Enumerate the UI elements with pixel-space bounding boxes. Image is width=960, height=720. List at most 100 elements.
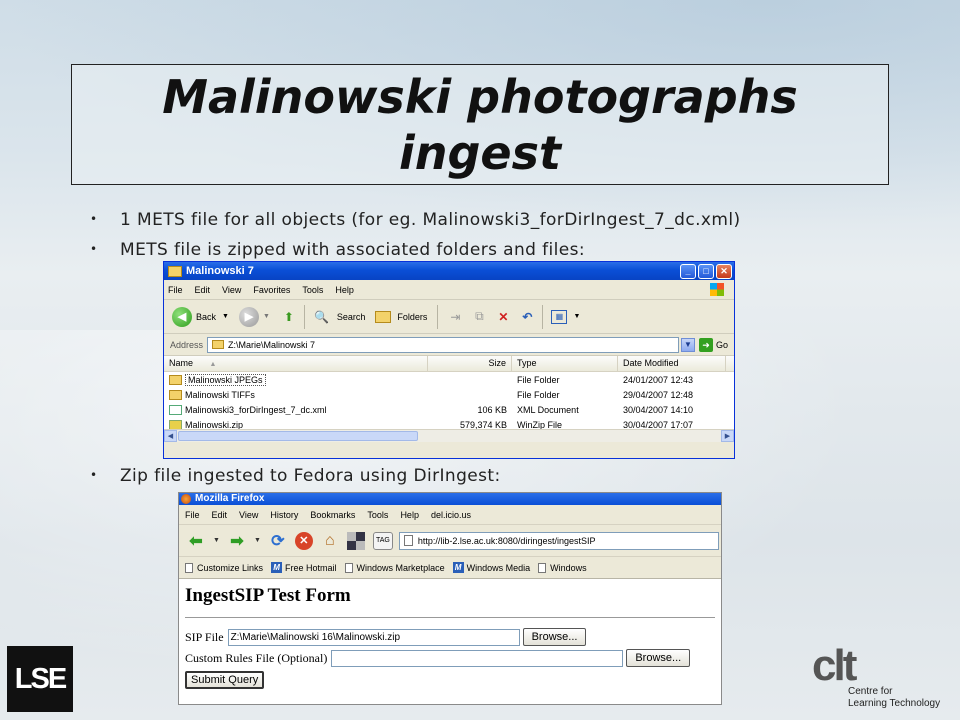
scroll-left-arrow-icon[interactable]: ◀ <box>164 430 177 442</box>
maximize-button[interactable]: □ <box>698 263 714 279</box>
form-heading: IngestSIP Test Form <box>185 585 351 606</box>
back-arrow-icon[interactable]: ⬅ <box>185 530 207 552</box>
chevron-down-icon[interactable]: ▼ <box>213 537 220 544</box>
sip-file-input[interactable]: Z:\Marie\Malinowski 16\Malinowski.zip <box>227 628 520 646</box>
stop-icon[interactable]: ✕ <box>294 531 313 550</box>
copy-to-icon[interactable]: ⧉ <box>470 308 488 326</box>
menu-bookmarks[interactable]: Bookmarks <box>310 510 355 520</box>
menu-favorites[interactable]: Favorites <box>253 285 290 295</box>
horizontal-scrollbar[interactable]: ◀ ▶ <box>164 429 734 442</box>
firefox-navigation-toolbar: ⬅ ▼ ➡ ▼ ⟳ ✕ ⌂ TAG http://lib-2.lse.ac.uk… <box>179 525 721 557</box>
menu-history[interactable]: History <box>270 510 298 520</box>
menu-delicious[interactable]: del.icio.us <box>431 510 471 520</box>
address-dropdown-button[interactable]: ▼ <box>680 337 695 352</box>
delete-icon[interactable]: ✕ <box>494 308 512 326</box>
bookmark-customize-links[interactable]: Customize Links <box>185 562 263 573</box>
page-icon <box>538 562 547 573</box>
explorer-menubar: File Edit View Favorites Tools Help <box>164 280 734 300</box>
column-header-type[interactable]: Type <box>512 356 618 371</box>
folders-button[interactable]: Folders <box>375 310 427 323</box>
submit-query-button[interactable]: Submit Query <box>185 671 265 689</box>
views-icon[interactable]: ▦ <box>551 309 568 324</box>
file-size: 106 KB <box>477 404 507 415</box>
file-type: WinZip File <box>517 419 563 430</box>
bookmark-windows-media[interactable]: M Windows Media <box>452 562 530 573</box>
address-label: Address <box>170 339 204 350</box>
clt-logo-text: Centre for Learning Technology <box>848 686 941 709</box>
menu-help[interactable]: Help <box>400 510 419 520</box>
chevron-down-icon[interactable]: ▼ <box>573 313 580 320</box>
menu-tools[interactable]: Tools <box>302 285 323 295</box>
rules-file-input[interactable] <box>331 649 624 667</box>
bookmark-free-hotmail[interactable]: M Free Hotmail <box>271 562 337 573</box>
search-button[interactable]: 🔍 Search <box>313 308 365 326</box>
file-date: 24/01/2007 12:43 <box>623 374 694 385</box>
pixel-grid-icon[interactable] <box>346 531 365 550</box>
file-name: Malinowski.zip <box>185 419 244 430</box>
rules-file-row: Custom Rules File (Optional) Browse... <box>185 649 715 667</box>
msn-icon: M <box>271 562 283 573</box>
file-type: File Folder <box>517 374 560 385</box>
bullet-text: METS file is zipped with associated fold… <box>120 240 586 260</box>
chevron-down-icon: ▼ <box>222 313 229 320</box>
menu-edit[interactable]: Edit <box>195 285 211 295</box>
toolbar-separator <box>542 304 544 329</box>
forward-button[interactable]: ▶ ▼ <box>238 306 270 327</box>
sip-browse-button[interactable]: Browse... <box>522 628 587 646</box>
file-name: Malinowski TIFFs <box>185 389 255 400</box>
bookmark-windows-marketplace[interactable]: Windows Marketplace <box>344 562 445 573</box>
slide-title: Malinowski photographs ingest <box>162 69 798 180</box>
go-label: Go <box>715 339 728 350</box>
menu-file[interactable]: File <box>168 285 183 295</box>
firefox-title: Mozilla Firefox <box>195 493 265 504</box>
firefox-title-bar[interactable]: Mozilla Firefox <box>179 493 721 505</box>
bookmarks-toolbar: Customize Links M Free Hotmail Windows Ma… <box>179 557 721 579</box>
menu-help[interactable]: Help <box>335 285 354 295</box>
firefox-logo-icon <box>181 494 191 504</box>
close-button[interactable]: ✕ <box>716 263 732 279</box>
file-row[interactable]: Malinowski3_forDirIngest_7_dc.xml 106 KB… <box>164 402 734 417</box>
minimize-button[interactable]: _ <box>680 263 696 279</box>
menu-tools[interactable]: Tools <box>367 510 388 520</box>
file-size: 579,374 KB <box>459 419 507 430</box>
bullet-text: Zip file ingested to Fedora using DirIng… <box>120 466 501 486</box>
explorer-title-bar[interactable]: Malinowski 7 _ □ ✕ <box>164 262 734 280</box>
slide-title-box: Malinowski photographs ingest <box>71 64 889 185</box>
up-folder-icon[interactable]: ⬆ <box>280 308 298 326</box>
sip-file-label: SIP File <box>185 629 224 644</box>
file-list: Name ▲ Size Type Date Modified Malinowsk… <box>164 356 734 442</box>
url-input[interactable]: http://lib-2.lse.ac.uk:8080/diringest/in… <box>398 531 719 550</box>
file-row[interactable]: Malinowski TIFFs File Folder 29/04/2007 … <box>164 387 734 402</box>
address-input[interactable]: Z:\Marie\Malinowski 7 <box>207 336 679 353</box>
address-value: Z:\Marie\Malinowski 7 <box>228 339 316 350</box>
tag-button[interactable]: TAG <box>372 531 393 550</box>
back-button[interactable]: ◀ Back ▼ <box>172 306 229 327</box>
file-row[interactable]: Malinowski JPEGs File Folder 24/01/2007 … <box>164 372 734 387</box>
url-value: http://lib-2.lse.ac.uk:8080/diringest/in… <box>417 535 596 546</box>
chevron-down-icon[interactable]: ▼ <box>254 537 261 544</box>
menu-file[interactable]: File <box>185 510 200 520</box>
home-icon[interactable]: ⌂ <box>319 530 341 552</box>
reload-icon[interactable]: ⟳ <box>267 530 289 552</box>
bookmark-windows[interactable]: Windows <box>538 562 587 573</box>
undo-icon[interactable]: ↶ <box>518 308 536 326</box>
column-header-date[interactable]: Date Modified <box>618 356 726 371</box>
back-arrow-icon: ◀ <box>172 306 192 327</box>
menu-view[interactable]: View <box>222 285 241 295</box>
firefox-window: Mozilla Firefox File Edit View History B… <box>178 492 722 705</box>
menu-view[interactable]: View <box>239 510 258 520</box>
go-button[interactable]: ➜ Go <box>698 337 728 352</box>
scroll-right-arrow-icon[interactable]: ▶ <box>721 430 734 442</box>
folder-icon <box>169 389 182 400</box>
move-to-icon[interactable]: ⇥ <box>446 308 464 326</box>
file-list-header: Name ▲ Size Type Date Modified <box>164 356 734 372</box>
scrollbar-thumb[interactable] <box>178 431 418 441</box>
forward-arrow-icon: ▶ <box>238 306 259 327</box>
column-header-size[interactable]: Size <box>428 356 512 371</box>
zip-file-icon <box>169 419 182 430</box>
rules-browse-button[interactable]: Browse... <box>626 649 691 667</box>
forward-arrow-icon[interactable]: ➡ <box>226 530 248 552</box>
file-type: File Folder <box>517 389 560 400</box>
menu-edit[interactable]: Edit <box>212 510 228 520</box>
column-header-name[interactable]: Name ▲ <box>164 356 428 371</box>
